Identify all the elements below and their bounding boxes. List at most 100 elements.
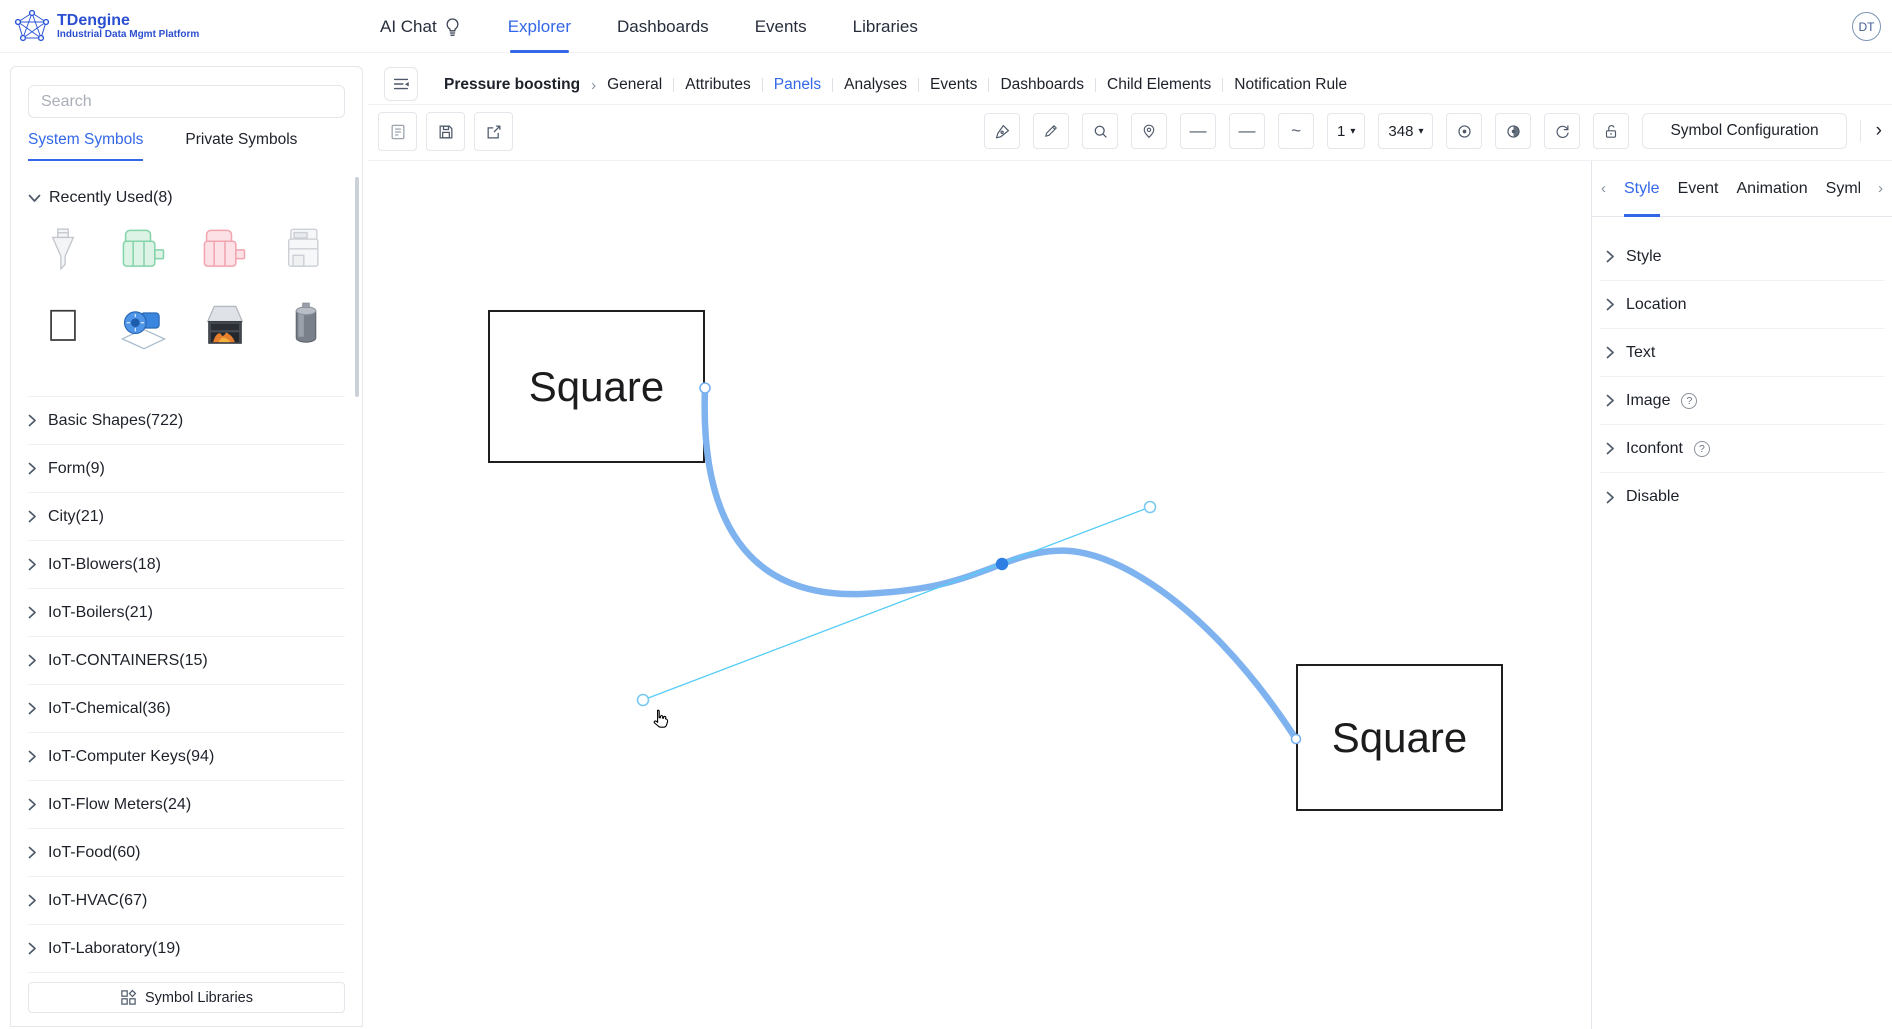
control-handle-end[interactable] <box>1145 502 1156 513</box>
category-iot-hvac[interactable]: IoT-HVAC(67) <box>28 877 345 925</box>
brand[interactable]: TDengine Industrial Data Mgmt Platform <box>14 8 199 44</box>
curve-tool-button[interactable]: ~ <box>1278 113 1314 149</box>
tab-symbol-properties[interactable]: Symbol Pr <box>1826 161 1860 217</box>
category-city[interactable]: City(21) <box>28 493 345 541</box>
divider <box>1860 120 1861 142</box>
straight-line-tool-button[interactable]: — <box>1180 113 1216 149</box>
tab-child-elements[interactable]: Child Elements <box>1107 76 1211 94</box>
tabs-scroll-left-icon[interactable]: ‹ <box>1601 180 1606 197</box>
toolbar-right: — — ~ 1 ▾ 348 ▾ Symbol Configuration › <box>984 113 1884 149</box>
caret-down-icon: ▾ <box>1350 126 1355 137</box>
curve-midpoint-dot[interactable] <box>996 558 1008 570</box>
category-iot-flow-meters[interactable]: IoT-Flow Meters(24) <box>28 781 345 829</box>
chevron-right-icon <box>1606 491 1615 504</box>
save-button[interactable] <box>426 112 465 151</box>
breadcrumb-root[interactable]: Pressure boosting <box>444 76 580 94</box>
symbol-square[interactable] <box>35 299 91 355</box>
symbol-tank[interactable] <box>278 299 334 355</box>
category-iot-boilers[interactable]: IoT-Boilers(21) <box>28 589 345 637</box>
tab-private-symbols[interactable]: Private Symbols <box>185 131 297 161</box>
section-location[interactable]: Location <box>1600 281 1884 329</box>
recently-used-header[interactable]: Recently Used(8) <box>28 189 173 207</box>
tab-animation[interactable]: Animation <box>1737 161 1808 217</box>
symbol-funnel[interactable] <box>35 223 91 279</box>
symbol-libraries-button[interactable]: Symbol Libraries <box>28 982 345 1013</box>
tab-dashboards[interactable]: Dashboards <box>1000 76 1084 94</box>
export-button[interactable] <box>474 112 513 151</box>
nav-item-explorer[interactable]: Explorer <box>508 0 571 53</box>
category-iot-computer-keys[interactable]: IoT-Computer Keys(94) <box>28 733 345 781</box>
form-panel-button[interactable] <box>378 112 417 151</box>
nav-item-libraries[interactable]: Libraries <box>853 0 918 53</box>
category-iot-containers[interactable]: IoT-CONTAINERS(15) <box>28 637 345 685</box>
search-input[interactable] <box>28 85 345 118</box>
tab-event[interactable]: Event <box>1678 161 1719 217</box>
nav-item-dashboards[interactable]: Dashboards <box>617 0 709 53</box>
symbol-blower[interactable] <box>116 299 172 355</box>
help-icon[interactable]: ? <box>1694 441 1710 457</box>
pencil-tool-button[interactable] <box>1033 113 1069 149</box>
unlock-button[interactable] <box>1593 113 1629 149</box>
tab-general[interactable]: General <box>607 76 662 94</box>
control-handle-start[interactable] <box>638 695 649 706</box>
components-icon <box>120 989 137 1006</box>
nav-item-ai-chat[interactable]: AI Chat <box>380 0 462 53</box>
refresh-button[interactable] <box>1544 113 1580 149</box>
nav-item-events[interactable]: Events <box>755 0 807 53</box>
expand-panel-chevron[interactable]: › <box>1874 120 1884 142</box>
angle-select[interactable]: 348 ▾ <box>1378 113 1433 149</box>
circle-half-fill-button[interactable] <box>1495 113 1531 149</box>
symbol-pump-red[interactable] <box>197 223 253 279</box>
chevron-right-icon <box>28 654 37 667</box>
chevron-right-icon <box>1606 442 1615 455</box>
symbol-pump-green[interactable] <box>116 223 172 279</box>
symbol-machine[interactable] <box>278 223 334 279</box>
stroke-width-select[interactable]: 1 ▾ <box>1327 113 1365 149</box>
chevron-right-icon <box>28 510 37 523</box>
tab-analyses[interactable]: Analyses <box>844 76 907 94</box>
location-pin-button[interactable] <box>1131 113 1167 149</box>
circle-dot-button[interactable] <box>1446 113 1482 149</box>
help-icon[interactable]: ? <box>1681 393 1697 409</box>
tab-system-symbols[interactable]: System Symbols <box>28 131 143 161</box>
symbol-libraries-label: Symbol Libraries <box>145 990 253 1006</box>
category-basic-shapes[interactable]: Basic Shapes(722) <box>28 397 345 445</box>
collapse-sidebar-button[interactable] <box>384 67 418 101</box>
section-disable[interactable]: Disable <box>1600 473 1884 521</box>
section-text[interactable]: Text <box>1600 329 1884 377</box>
chevron-right-icon <box>28 942 37 955</box>
toolbar-left <box>378 112 513 151</box>
section-image[interactable]: Image ? <box>1600 377 1884 425</box>
divider <box>368 104 1892 105</box>
category-iot-blowers[interactable]: IoT-Blowers(18) <box>28 541 345 589</box>
control-handle-line <box>643 507 1150 700</box>
tab-style[interactable]: Style <box>1624 161 1660 217</box>
breadcrumb: Pressure boosting › General Attributes P… <box>444 66 1347 104</box>
pen-tool-button[interactable] <box>984 113 1020 149</box>
polyline-tool-button[interactable]: — <box>1229 113 1265 149</box>
hand-cursor <box>654 710 667 727</box>
zoom-search-button[interactable] <box>1082 113 1118 149</box>
section-iconfont[interactable]: Iconfont ? <box>1600 425 1884 473</box>
category-form[interactable]: Form(9) <box>28 445 345 493</box>
category-iot-chemical[interactable]: IoT-Chemical(36) <box>28 685 345 733</box>
category-iot-laboratory[interactable]: IoT-Laboratory(19) <box>28 925 345 973</box>
tab-attributes[interactable]: Attributes <box>685 76 750 94</box>
connector-start-anchor[interactable] <box>700 383 710 393</box>
connector-end-anchor[interactable] <box>1292 735 1301 744</box>
symbol-configuration-button[interactable]: Symbol Configuration <box>1642 113 1846 149</box>
chevron-right-icon <box>1606 346 1615 359</box>
tab-panels[interactable]: Panels <box>774 76 821 94</box>
section-style[interactable]: Style <box>1600 233 1884 281</box>
symbol-furnace[interactable] <box>197 299 253 355</box>
tab-notification-rule[interactable]: Notification Rule <box>1234 76 1347 94</box>
user-avatar[interactable]: DT <box>1852 12 1881 41</box>
caret-down-icon: ▾ <box>1418 126 1423 137</box>
sidebar-scrollbar[interactable] <box>355 177 359 397</box>
tabs-scroll-right-icon[interactable]: › <box>1878 180 1883 197</box>
editor-canvas[interactable]: Square Square <box>368 161 1591 1029</box>
category-iot-food[interactable]: IoT-Food(60) <box>28 829 345 877</box>
chevron-right-icon <box>1606 394 1615 407</box>
tab-events[interactable]: Events <box>930 76 977 94</box>
breadcrumb-arrow-icon: › <box>591 77 596 94</box>
